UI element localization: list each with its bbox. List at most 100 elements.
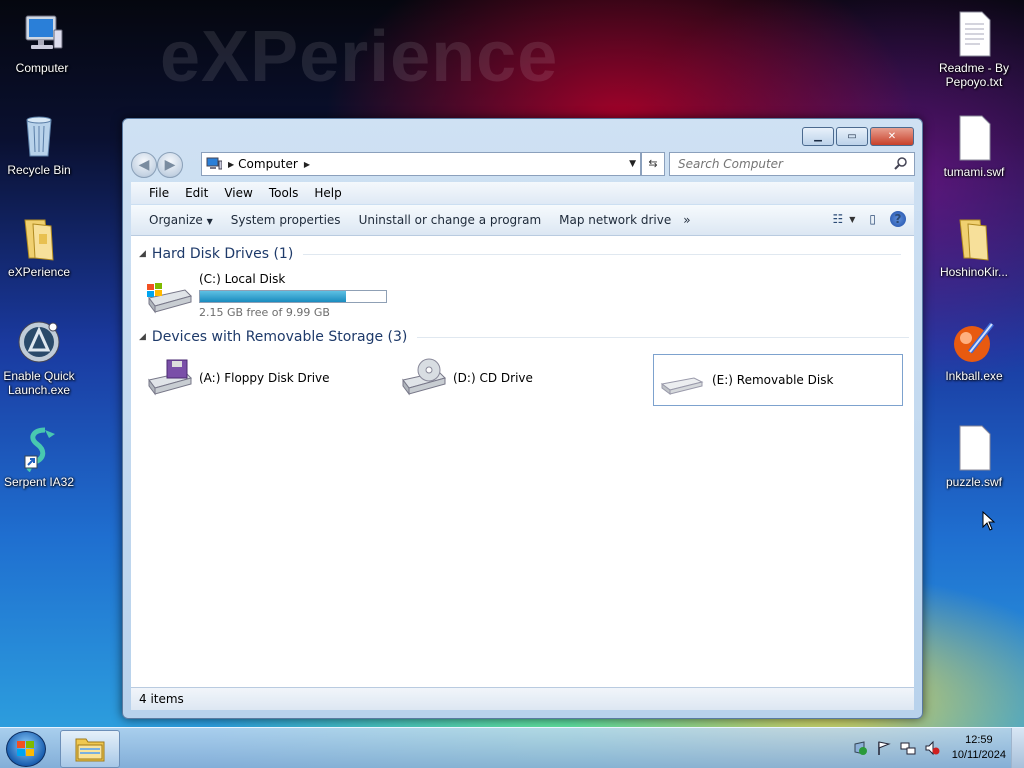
recycle-bin-icon xyxy=(15,112,63,160)
desktop-icon-inkball[interactable]: Inkball.exe xyxy=(932,318,1016,383)
group-header-removable[interactable]: ◢ Devices with Removable Storage (3) xyxy=(139,329,910,345)
drive-c-info: (C:) Local Disk 2.15 GB free of 9.99 GB xyxy=(199,272,387,319)
show-desktop-button[interactable] xyxy=(1011,728,1024,768)
inkball-icon xyxy=(950,318,998,366)
desktop-icon-hoshinokir[interactable]: HoshinoKir... xyxy=(932,214,1016,279)
minimize-button[interactable]: ▁ xyxy=(802,127,834,146)
collapse-arrow-icon[interactable]: ◢ xyxy=(139,249,146,259)
computer-icon xyxy=(18,10,66,58)
taskbar: 12:59 10/11/2024 xyxy=(0,727,1024,768)
menu-edit[interactable]: Edit xyxy=(185,186,208,200)
organize-button[interactable]: Organize ▼ xyxy=(149,213,213,227)
menu-help[interactable]: Help xyxy=(314,186,341,200)
explorer-window: ▁ ▭ ✕ ◀ ▶ ▶ Computer ▶ ▼ ⇆ File Ed xyxy=(122,118,923,719)
hard-disk-icon xyxy=(145,276,193,316)
drive-a[interactable]: (A:) Floppy Disk Drive xyxy=(145,358,330,398)
toolbar-right: ☷ ▼ ▯ ? xyxy=(818,211,906,227)
views-icon[interactable]: ☷ xyxy=(832,212,843,226)
file-icon xyxy=(950,424,998,472)
desktop-icon-quick-launch[interactable]: Enable Quick Launch.exe xyxy=(0,318,81,397)
text-file-icon xyxy=(950,10,998,58)
views-dropdown-icon[interactable]: ▼ xyxy=(849,215,855,224)
drive-label: (D:) CD Drive xyxy=(453,371,533,385)
desktop-icon-label: Recycle Bin xyxy=(7,163,71,177)
menu-file[interactable]: File xyxy=(149,186,169,200)
address-dropdown-icon[interactable]: ▼ xyxy=(629,159,636,169)
quick-launch-icon xyxy=(15,318,63,366)
preview-pane-icon[interactable]: ▯ xyxy=(869,212,876,226)
folder-icon xyxy=(950,214,998,262)
drive-c[interactable]: (C:) Local Disk 2.15 GB free of 9.99 GB xyxy=(145,272,387,319)
start-button[interactable] xyxy=(6,731,46,767)
navigation-bar: ◀ ▶ ▶ Computer ▶ ▼ ⇆ xyxy=(131,151,915,178)
network-icon[interactable] xyxy=(900,740,916,756)
organize-label: Organize xyxy=(149,213,203,227)
group-label: Devices with Removable Storage (3) xyxy=(151,329,408,345)
chevron-down-icon: ▼ xyxy=(206,217,213,226)
status-bar: 4 items xyxy=(131,687,914,710)
capacity-bar-fill xyxy=(200,291,346,302)
free-space-text: 2.15 GB free of 9.99 GB xyxy=(199,306,330,319)
search-icon[interactable] xyxy=(894,156,908,170)
folder-icon xyxy=(75,738,105,762)
drive-label: (E:) Removable Disk xyxy=(712,373,834,387)
desktop-icon-label: Serpent IA32 xyxy=(3,475,75,489)
desktop-icon-puzzle[interactable]: puzzle.swf xyxy=(932,424,1016,489)
clock-date: 10/11/2024 xyxy=(951,749,1006,761)
drive-label: (A:) Floppy Disk Drive xyxy=(199,371,330,385)
computer-icon xyxy=(206,157,222,170)
menu-view[interactable]: View xyxy=(224,186,252,200)
map-network-drive-button[interactable]: Map network drive xyxy=(559,213,671,227)
volume-muted-icon[interactable] xyxy=(924,740,940,756)
cd-drive-icon xyxy=(399,358,447,398)
desktop-icon-readme[interactable]: Readme - By Pepoyo.txt xyxy=(932,10,1016,89)
clock[interactable]: 12:59 10/11/2024 xyxy=(952,733,1006,763)
desktop-watermark: eXPerience xyxy=(160,17,559,97)
taskbar-explorer-button[interactable] xyxy=(60,730,120,768)
system-tray: 12:59 10/11/2024 xyxy=(852,728,1006,768)
desktop-icon-label: puzzle.swf xyxy=(945,475,1003,489)
divider xyxy=(303,253,902,255)
desktop-icon-serpent[interactable]: Serpent IA32 xyxy=(0,424,81,489)
system-properties-button[interactable]: System properties xyxy=(231,213,341,227)
drive-label: (C:) Local Disk xyxy=(199,272,286,286)
desktop-icon-computer[interactable]: Computer xyxy=(0,10,84,75)
capacity-bar xyxy=(199,290,387,303)
search-input[interactable] xyxy=(676,156,890,172)
desktop-icon-label: Readme - By Pepoyo.txt xyxy=(938,61,1010,89)
file-icon xyxy=(950,114,998,162)
desktop-icon-experience[interactable]: eXPerience xyxy=(0,214,81,279)
search-box[interactable] xyxy=(669,152,915,176)
drive-d[interactable]: (D:) CD Drive xyxy=(399,358,533,398)
refresh-button[interactable]: ⇆ xyxy=(641,152,665,176)
desktop-icon-tumami[interactable]: tumami.swf xyxy=(932,114,1016,179)
desktop-icon-label: eXPerience xyxy=(7,265,71,279)
breadcrumb[interactable]: Computer xyxy=(238,157,298,171)
breadcrumb-separator-icon[interactable]: ▶ xyxy=(228,160,234,169)
forward-button[interactable]: ▶ xyxy=(157,152,183,178)
desktop-icon-label: Inkball.exe xyxy=(945,369,1003,383)
drive-e[interactable]: (E:) Removable Disk xyxy=(653,354,903,406)
flag-icon[interactable] xyxy=(876,740,892,756)
help-icon[interactable]: ? xyxy=(890,211,906,227)
serpent-icon xyxy=(15,424,63,473)
item-count: 4 items xyxy=(139,692,184,706)
group-header-hard-disks[interactable]: ◢ Hard Disk Drives (1) xyxy=(139,246,902,262)
uninstall-program-button[interactable]: Uninstall or change a program xyxy=(359,213,542,227)
menu-tools[interactable]: Tools xyxy=(269,186,299,200)
windows-logo-icon xyxy=(17,741,34,756)
desktop-icon-recycle-bin[interactable]: Recycle Bin xyxy=(0,112,81,177)
collapse-arrow-icon[interactable]: ◢ xyxy=(139,332,146,342)
clock-time: 12:59 xyxy=(965,734,993,746)
action-center-icon[interactable] xyxy=(852,740,868,756)
removable-disk-icon xyxy=(658,360,706,400)
maximize-button[interactable]: ▭ xyxy=(836,127,868,146)
breadcrumb-separator-icon[interactable]: ▶ xyxy=(304,160,310,169)
menu-bar: File Edit View Tools Help xyxy=(131,182,914,204)
address-bar[interactable]: ▶ Computer ▶ ▼ xyxy=(201,152,641,176)
back-button[interactable]: ◀ xyxy=(131,152,157,178)
file-view: ◢ Hard Disk Drives (1) (C:) Local Disk 2… xyxy=(131,236,914,688)
close-button[interactable]: ✕ xyxy=(870,127,914,146)
desktop-icon-label: tumami.swf xyxy=(943,165,1005,179)
more-commands-button[interactable]: » xyxy=(683,213,690,227)
